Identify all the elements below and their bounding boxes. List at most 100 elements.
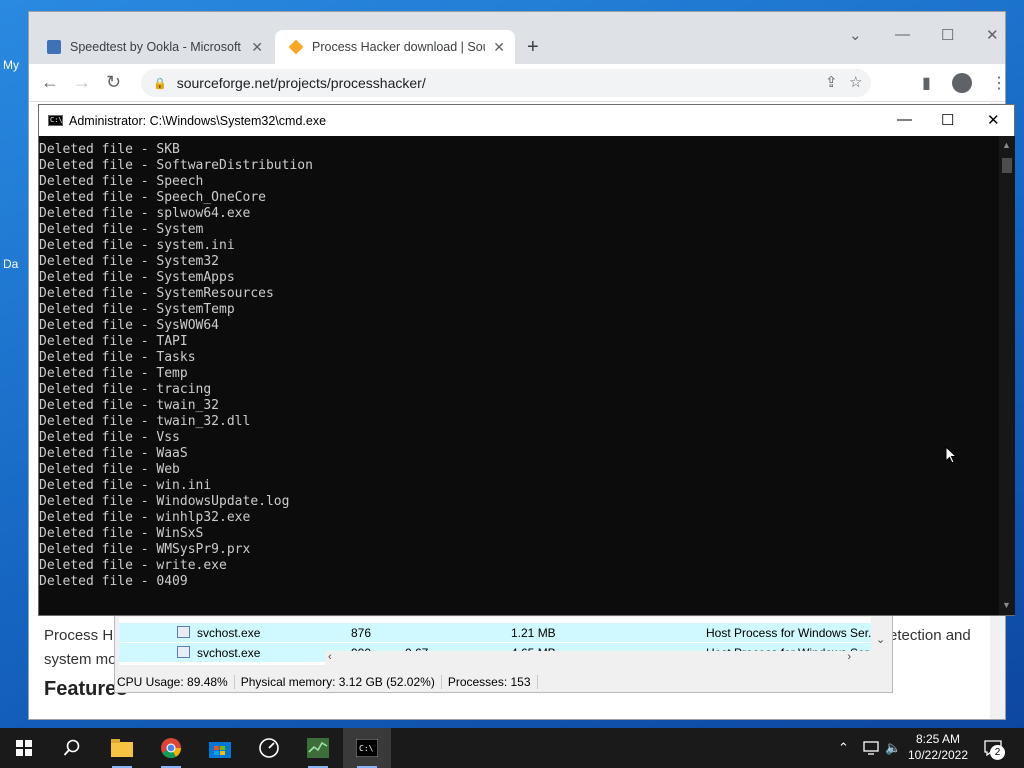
volume-icon[interactable]: 🔈	[885, 728, 901, 768]
forward-arrow-icon[interactable]: →	[73, 72, 91, 93]
bookmark-star-icon[interactable]: ☆	[849, 73, 862, 91]
console-line: Deleted file - SystemApps	[39, 270, 235, 285]
page-text: system mo	[44, 651, 117, 668]
process-list[interactable]: svchost.exe 876 1.21 MB Host Process for…	[119, 617, 889, 665]
tab-label: Speedtest by Ookla - Microsoft S	[70, 40, 244, 54]
cmd-icon: C:\	[48, 115, 63, 126]
mouse-cursor-icon	[945, 446, 957, 464]
scroll-up-icon[interactable]: ▲	[1002, 140, 1011, 150]
chevron-up-icon[interactable]: ⌃	[838, 728, 849, 768]
console-line: Deleted file - Web	[39, 462, 180, 477]
console-line: Deleted file - twain_32.dll	[39, 414, 251, 429]
console-line: Deleted file - twain_32	[39, 398, 220, 413]
network-icon[interactable]	[863, 728, 879, 768]
maximize-button[interactable]: ☐	[941, 26, 954, 44]
page-text: etection and	[889, 627, 971, 644]
console-line: Deleted file - splwow64.exe	[39, 206, 251, 221]
console-line: Deleted file - SoftwareDistribution	[39, 158, 313, 173]
console-line: Deleted file - Vss	[39, 430, 180, 445]
new-tab-button[interactable]: +	[527, 36, 539, 59]
page-text: Process H	[44, 627, 114, 644]
physical-memory: Physical memory: 3.12 GB (52.02%)	[239, 675, 442, 689]
search-icon[interactable]	[48, 728, 96, 768]
console-line: Deleted file - 0409	[39, 574, 188, 589]
desktop-icon-label[interactable]: Da	[3, 257, 18, 271]
console-line: Deleted file - Speech_OneCore	[39, 190, 266, 205]
process-name: svchost.exe	[197, 646, 261, 660]
menu-dots-icon[interactable]: ⋮	[991, 73, 1005, 93]
tab-label: Process Hacker download | Sour	[312, 40, 486, 54]
speedtest-icon[interactable]	[245, 728, 293, 768]
lock-icon[interactable]: 🔒	[153, 77, 167, 90]
desktop-icon-label[interactable]: My	[3, 58, 19, 72]
windows-start-icon[interactable]	[0, 728, 48, 768]
chrome-icon[interactable]	[147, 728, 195, 768]
svg-text:C:\: C:\	[359, 744, 374, 753]
share-icon[interactable]: ⇪	[825, 73, 838, 91]
speedtest-favicon-icon	[47, 40, 61, 54]
scroll-thumb[interactable]	[1002, 158, 1012, 173]
process-icon	[177, 626, 190, 638]
vertical-scrollbar[interactable]: ⌄	[871, 617, 889, 665]
console-line: Deleted file - TAPI	[39, 334, 188, 349]
close-button[interactable]: ✕	[987, 111, 1000, 129]
cpu-usage: CPU Usage: 89.48%	[115, 675, 235, 689]
clock-time: 8:25 AM	[915, 732, 961, 746]
minimize-button[interactable]: —	[897, 111, 912, 128]
tab-search-icon[interactable]: ⌄	[849, 26, 862, 44]
console-line: Deleted file - Temp	[39, 366, 188, 381]
address-bar[interactable]: 🔒 sourceforge.net/projects/processhacker…	[141, 69, 871, 97]
tab-speedtest[interactable]: Speedtest by Ookla - Microsoft S ✕	[33, 30, 273, 64]
console-line: Deleted file - system.ini	[39, 238, 235, 253]
profile-avatar-icon[interactable]	[952, 73, 972, 93]
scroll-down-icon[interactable]: ⌄	[876, 633, 885, 646]
process-memory: 1.21 MB	[511, 626, 556, 640]
process-count: Processes: 153	[446, 675, 538, 689]
scroll-left-icon[interactable]: ‹	[328, 651, 332, 663]
tab-strip: Speedtest by Ookla - Microsoft S ✕ Proce…	[29, 12, 1005, 64]
console-line: Deleted file - Speech	[39, 174, 204, 189]
back-arrow-icon[interactable]: ←	[41, 72, 59, 93]
cmd-title-bar[interactable]: C:\ Administrator: C:\Windows\System32\c…	[39, 105, 1014, 136]
scroll-down-icon[interactable]: ▼	[1002, 600, 1011, 610]
status-bar: CPU Usage: 89.48% Physical memory: 3.12 …	[115, 671, 892, 693]
table-row[interactable]: svchost.exe 876 1.21 MB Host Process for…	[119, 623, 878, 642]
reload-icon[interactable]: ↻	[106, 72, 121, 93]
minimize-button[interactable]: —	[895, 26, 910, 43]
console-line: Deleted file - tracing	[39, 382, 212, 397]
cmd-window: C:\ Administrator: C:\Windows\System32\c…	[38, 104, 1015, 616]
close-icon[interactable]: ✕	[493, 39, 505, 56]
console-line: Deleted file - SysWOW64	[39, 318, 220, 333]
close-button[interactable]: ✕	[986, 26, 999, 44]
cmd-title: Administrator: C:\Windows\System32\cmd.e…	[69, 113, 327, 128]
microsoft-store-icon[interactable]	[196, 728, 244, 768]
scroll-right-icon[interactable]: ›	[847, 651, 851, 663]
console-line: Deleted file - WindowsUpdate.log	[39, 494, 290, 509]
notification-badge: 2	[990, 745, 1005, 760]
maximize-button[interactable]: ☐	[941, 111, 954, 129]
process-hacker-icon[interactable]	[294, 728, 342, 768]
horizontal-scrollbar[interactable]: ‹ ›	[325, 651, 871, 665]
file-explorer-icon[interactable]	[98, 728, 146, 768]
process-description: Host Process for Windows Ser...	[706, 626, 879, 640]
console-output[interactable]: Deleted file - SKB Deleted file - Softwa…	[39, 136, 999, 614]
close-icon[interactable]: ✕	[251, 39, 263, 56]
console-line: Deleted file - SKB	[39, 142, 180, 157]
cmd-taskbar-icon[interactable]: C:\	[343, 728, 391, 768]
system-clock[interactable]: 8:25 AM 10/22/2022	[902, 731, 974, 763]
console-line: Deleted file - winhlp32.exe	[39, 510, 251, 525]
console-line: Deleted file - SystemResources	[39, 286, 274, 301]
console-line: Deleted file - SystemTemp	[39, 302, 235, 317]
side-panel-icon[interactable]: ▮	[922, 73, 931, 93]
console-line: Deleted file - Tasks	[39, 350, 196, 365]
console-line: Deleted file - System32	[39, 254, 220, 269]
console-line: Deleted file - WinSxS	[39, 526, 204, 541]
console-scrollbar[interactable]: ▲ ▼	[999, 136, 1015, 615]
tab-process-hacker[interactable]: Process Hacker download | Sour ✕	[275, 30, 515, 64]
console-line: Deleted file - win.ini	[39, 478, 212, 493]
clock-date: 10/22/2022	[907, 748, 969, 762]
url-text: sourceforge.net/projects/processhacker/	[176, 75, 426, 91]
console-line: Deleted file - WaaS	[39, 446, 188, 461]
sourceforge-favicon-icon	[288, 39, 304, 55]
console-line: Deleted file - System	[39, 222, 204, 237]
